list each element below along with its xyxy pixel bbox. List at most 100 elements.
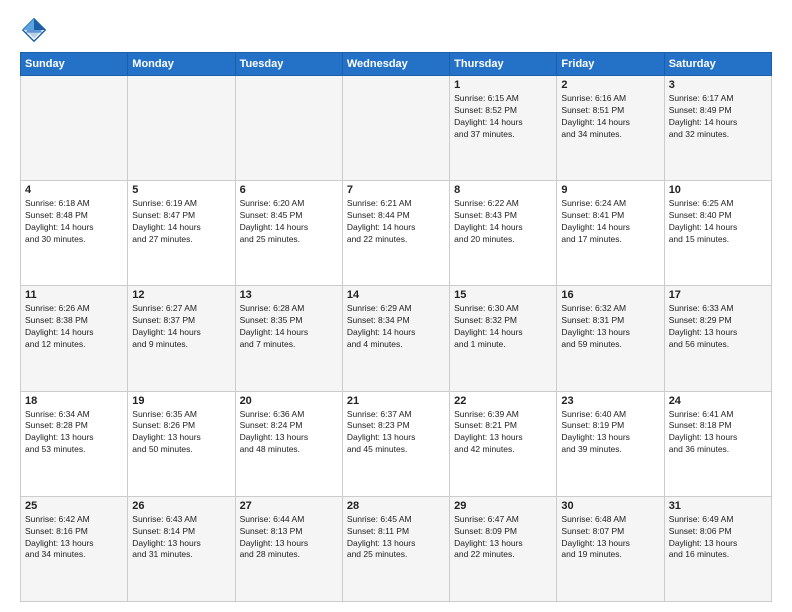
day-info-27: Sunrise: 6:44 AMSunset: 8:13 PMDaylight:… (240, 514, 338, 562)
logo-icon (20, 16, 48, 44)
day-number-19: 19 (132, 395, 230, 407)
day-info-10: Sunrise: 6:25 AMSunset: 8:40 PMDaylight:… (669, 198, 767, 246)
day-number-16: 16 (561, 289, 659, 301)
day-header-wednesday: Wednesday (342, 53, 449, 76)
week-row-2: 11 Sunrise: 6:26 AMSunset: 8:38 PMDayligh… (21, 286, 772, 391)
day-number-14: 14 (347, 289, 445, 301)
day-cell-12: 12 Sunrise: 6:27 AMSunset: 8:37 PMDayligh… (128, 286, 235, 391)
day-header-thursday: Thursday (450, 53, 557, 76)
day-info-12: Sunrise: 6:27 AMSunset: 8:37 PMDaylight:… (132, 303, 230, 351)
day-number-7: 7 (347, 184, 445, 196)
day-cell-25: 25 Sunrise: 6:42 AMSunset: 8:16 PMDayligh… (21, 496, 128, 601)
day-cell-29: 29 Sunrise: 6:47 AMSunset: 8:09 PMDayligh… (450, 496, 557, 601)
day-cell-5: 5 Sunrise: 6:19 AMSunset: 8:47 PMDaylight… (128, 181, 235, 286)
day-number-26: 26 (132, 500, 230, 512)
day-info-5: Sunrise: 6:19 AMSunset: 8:47 PMDaylight:… (132, 198, 230, 246)
day-cell-20: 20 Sunrise: 6:36 AMSunset: 8:24 PMDayligh… (235, 391, 342, 496)
day-number-23: 23 (561, 395, 659, 407)
day-header-friday: Friday (557, 53, 664, 76)
day-info-3: Sunrise: 6:17 AMSunset: 8:49 PMDaylight:… (669, 93, 767, 141)
day-info-24: Sunrise: 6:41 AMSunset: 8:18 PMDaylight:… (669, 409, 767, 457)
day-info-13: Sunrise: 6:28 AMSunset: 8:35 PMDaylight:… (240, 303, 338, 351)
day-cell-27: 27 Sunrise: 6:44 AMSunset: 8:13 PMDayligh… (235, 496, 342, 601)
day-cell-8: 8 Sunrise: 6:22 AMSunset: 8:43 PMDaylight… (450, 181, 557, 286)
logo (20, 16, 52, 44)
day-info-11: Sunrise: 6:26 AMSunset: 8:38 PMDaylight:… (25, 303, 123, 351)
day-number-12: 12 (132, 289, 230, 301)
day-cell-23: 23 Sunrise: 6:40 AMSunset: 8:19 PMDayligh… (557, 391, 664, 496)
day-cell-28: 28 Sunrise: 6:45 AMSunset: 8:11 PMDayligh… (342, 496, 449, 601)
day-header-tuesday: Tuesday (235, 53, 342, 76)
day-info-23: Sunrise: 6:40 AMSunset: 8:19 PMDaylight:… (561, 409, 659, 457)
day-number-3: 3 (669, 79, 767, 91)
day-cell-14: 14 Sunrise: 6:29 AMSunset: 8:34 PMDayligh… (342, 286, 449, 391)
day-number-28: 28 (347, 500, 445, 512)
empty-cell (342, 76, 449, 181)
empty-cell (235, 76, 342, 181)
day-info-14: Sunrise: 6:29 AMSunset: 8:34 PMDaylight:… (347, 303, 445, 351)
day-info-20: Sunrise: 6:36 AMSunset: 8:24 PMDaylight:… (240, 409, 338, 457)
day-cell-17: 17 Sunrise: 6:33 AMSunset: 8:29 PMDayligh… (664, 286, 771, 391)
page-header (20, 16, 772, 44)
day-number-6: 6 (240, 184, 338, 196)
day-number-18: 18 (25, 395, 123, 407)
day-info-25: Sunrise: 6:42 AMSunset: 8:16 PMDaylight:… (25, 514, 123, 562)
day-cell-3: 3 Sunrise: 6:17 AMSunset: 8:49 PMDaylight… (664, 76, 771, 181)
day-cell-19: 19 Sunrise: 6:35 AMSunset: 8:26 PMDayligh… (128, 391, 235, 496)
day-number-29: 29 (454, 500, 552, 512)
empty-cell (21, 76, 128, 181)
day-number-11: 11 (25, 289, 123, 301)
day-number-5: 5 (132, 184, 230, 196)
day-info-15: Sunrise: 6:30 AMSunset: 8:32 PMDaylight:… (454, 303, 552, 351)
day-info-17: Sunrise: 6:33 AMSunset: 8:29 PMDaylight:… (669, 303, 767, 351)
calendar-table: SundayMondayTuesdayWednesdayThursdayFrid… (20, 52, 772, 602)
day-number-30: 30 (561, 500, 659, 512)
day-cell-4: 4 Sunrise: 6:18 AMSunset: 8:48 PMDaylight… (21, 181, 128, 286)
day-number-25: 25 (25, 500, 123, 512)
day-cell-24: 24Sunrise: 6:41 AMSunset: 8:18 PMDayligh… (664, 391, 771, 496)
day-header-monday: Monday (128, 53, 235, 76)
day-number-21: 21 (347, 395, 445, 407)
day-cell-9: 9Sunrise: 6:24 AMSunset: 8:41 PMDaylight… (557, 181, 664, 286)
day-cell-7: 7Sunrise: 6:21 AMSunset: 8:44 PMDaylight… (342, 181, 449, 286)
day-info-2: Sunrise: 6:16 AMSunset: 8:51 PMDaylight:… (561, 93, 659, 141)
day-number-4: 4 (25, 184, 123, 196)
day-info-22: Sunrise: 6:39 AMSunset: 8:21 PMDaylight:… (454, 409, 552, 457)
day-info-18: Sunrise: 6:34 AMSunset: 8:28 PMDaylight:… (25, 409, 123, 457)
week-row-4: 25 Sunrise: 6:42 AMSunset: 8:16 PMDayligh… (21, 496, 772, 601)
day-number-9: 9 (561, 184, 659, 196)
day-number-10: 10 (669, 184, 767, 196)
day-header-sunday: Sunday (21, 53, 128, 76)
day-cell-1: 1 Sunrise: 6:15 AMSunset: 8:52 PMDaylight… (450, 76, 557, 181)
day-cell-15: 15Sunrise: 6:30 AMSunset: 8:32 PMDayligh… (450, 286, 557, 391)
day-cell-2: 2 Sunrise: 6:16 AMSunset: 8:51 PMDaylight… (557, 76, 664, 181)
day-number-2: 2 (561, 79, 659, 91)
day-number-17: 17 (669, 289, 767, 301)
day-info-16: Sunrise: 6:32 AMSunset: 8:31 PMDaylight:… (561, 303, 659, 351)
day-number-8: 8 (454, 184, 552, 196)
week-row-3: 18 Sunrise: 6:34 AMSunset: 8:28 PMDayligh… (21, 391, 772, 496)
day-cell-22: 22 Sunrise: 6:39 AMSunset: 8:21 PMDayligh… (450, 391, 557, 496)
day-number-13: 13 (240, 289, 338, 301)
day-number-1: 1 (454, 79, 552, 91)
day-cell-11: 11 Sunrise: 6:26 AMSunset: 8:38 PMDayligh… (21, 286, 128, 391)
empty-cell (128, 76, 235, 181)
day-info-29: Sunrise: 6:47 AMSunset: 8:09 PMDaylight:… (454, 514, 552, 562)
day-number-20: 20 (240, 395, 338, 407)
day-cell-26: 26Sunrise: 6:43 AMSunset: 8:14 PMDayligh… (128, 496, 235, 601)
day-info-28: Sunrise: 6:45 AMSunset: 8:11 PMDaylight:… (347, 514, 445, 562)
day-cell-10: 10 Sunrise: 6:25 AMSunset: 8:40 PMDayligh… (664, 181, 771, 286)
day-cell-16: 16 Sunrise: 6:32 AMSunset: 8:31 PMDayligh… (557, 286, 664, 391)
day-number-27: 27 (240, 500, 338, 512)
day-cell-6: 6Sunrise: 6:20 AMSunset: 8:45 PMDaylight… (235, 181, 342, 286)
day-info-31: Sunrise: 6:49 AMSunset: 8:06 PMDaylight:… (669, 514, 767, 562)
day-info-1: Sunrise: 6:15 AMSunset: 8:52 PMDaylight:… (454, 93, 552, 141)
day-info-4: Sunrise: 6:18 AMSunset: 8:48 PMDaylight:… (25, 198, 123, 246)
day-header-saturday: Saturday (664, 53, 771, 76)
day-number-22: 22 (454, 395, 552, 407)
day-cell-30: 30Sunrise: 6:48 AMSunset: 8:07 PMDayligh… (557, 496, 664, 601)
day-cell-18: 18 Sunrise: 6:34 AMSunset: 8:28 PMDayligh… (21, 391, 128, 496)
week-row-0: 1 Sunrise: 6:15 AMSunset: 8:52 PMDaylight… (21, 76, 772, 181)
day-info-8: Sunrise: 6:22 AMSunset: 8:43 PMDaylight:… (454, 198, 552, 246)
day-info-19: Sunrise: 6:35 AMSunset: 8:26 PMDaylight:… (132, 409, 230, 457)
